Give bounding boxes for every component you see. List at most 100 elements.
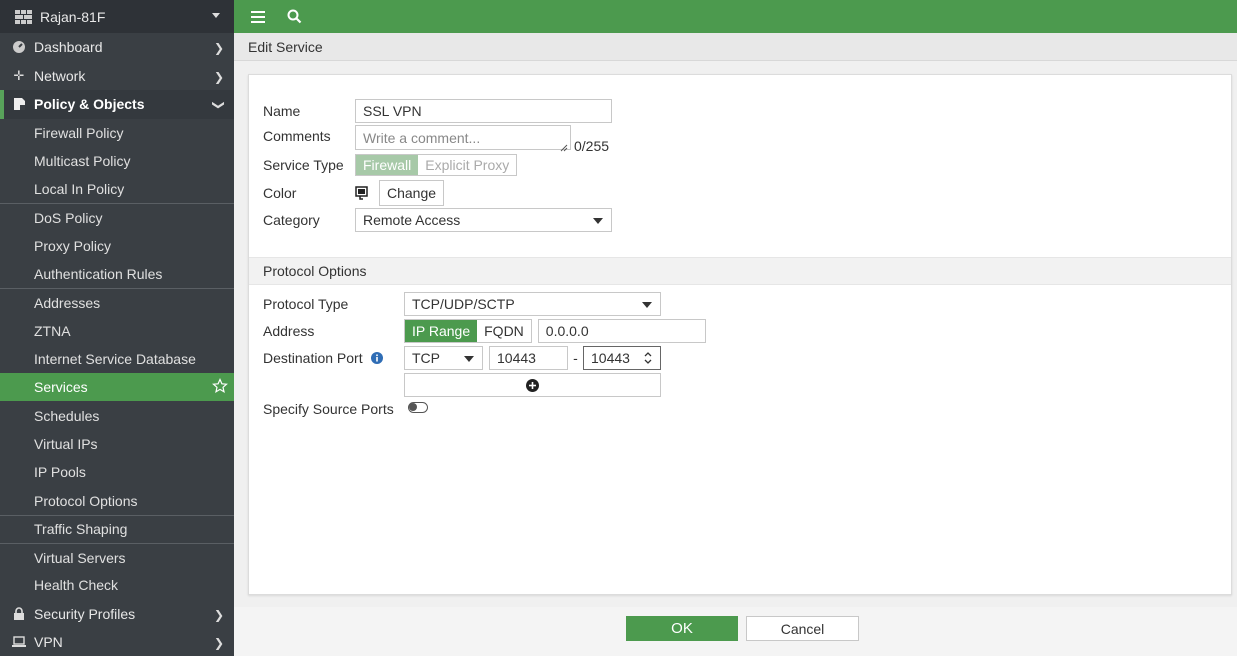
chevron-right-icon: ❯ — [213, 41, 224, 55]
nav-firewall-policy[interactable]: Firewall Policy — [0, 119, 234, 147]
nav-services[interactable]: Services — [0, 373, 234, 402]
service-type-explicit-proxy[interactable]: Explicit Proxy — [418, 155, 517, 175]
port-range-separator: - — [573, 350, 578, 366]
category-label: Category — [263, 212, 320, 228]
chevron-down-icon — [593, 218, 603, 224]
menu-icon[interactable] — [246, 5, 270, 29]
destination-protocol-value: TCP — [412, 350, 440, 366]
nav-internet-service-database[interactable]: Internet Service Database — [0, 345, 234, 373]
top-bar — [234, 0, 1237, 33]
color-row: Color Change — [263, 180, 445, 206]
chevron-down-icon — [212, 13, 220, 18]
nav-addresses[interactable]: Addresses — [0, 288, 234, 316]
resize-handle-icon[interactable] — [560, 139, 568, 152]
nav-sub-label: DoS Policy — [34, 210, 103, 227]
protocol-type-value: TCP/UDP/SCTP — [412, 296, 515, 312]
nav-virtual-servers[interactable]: Virtual Servers — [0, 542, 234, 571]
color-swatch-icon — [355, 186, 379, 200]
dashboard-icon — [10, 39, 28, 55]
destination-port-label-wrap: Destination Port — [263, 350, 404, 366]
nav-protocol-options[interactable]: Protocol Options — [0, 486, 234, 514]
chevron-right-icon: ❯ — [213, 636, 224, 651]
comments-counter: 0/255 — [574, 138, 610, 154]
service-type-firewall[interactable]: Firewall — [356, 155, 419, 175]
source-ports-label: Specify Source Ports — [263, 401, 394, 417]
nav-sub-label: Schedules — [34, 407, 100, 424]
nav-security-profiles[interactable]: Security Profiles ❯ — [0, 600, 234, 629]
search-icon[interactable] — [282, 5, 306, 29]
protocol-type-row: Protocol Type TCP/UDP/SCTP — [263, 292, 661, 316]
cancel-button[interactable]: Cancel — [746, 616, 859, 641]
nav-sub-label: Virtual Servers — [34, 549, 126, 566]
footer: OK Cancel — [234, 607, 1237, 656]
destination-protocol-select[interactable]: TCP — [404, 346, 483, 370]
lock-icon — [10, 606, 28, 622]
star-icon[interactable] — [212, 378, 228, 394]
ok-button[interactable]: OK — [626, 616, 738, 641]
name-row: Name SSL VPN — [263, 99, 612, 123]
nav-proxy-policy[interactable]: Proxy Policy — [0, 232, 234, 260]
nav-virtual-ips[interactable]: Virtual IPs — [0, 430, 234, 458]
chevron-down-icon — [464, 356, 474, 362]
nav-schedules[interactable]: Schedules — [0, 401, 234, 429]
nav-sub-label: Addresses — [34, 294, 101, 311]
nav-sub-label: IP Pools — [34, 464, 86, 481]
nav-ztna[interactable]: ZTNA — [0, 317, 234, 345]
name-input[interactable]: SSL VPN — [355, 99, 612, 123]
nav-sub-label: Protocol Options — [34, 492, 138, 509]
category-row: Category Remote Access — [263, 208, 612, 232]
address-type-ip-range[interactable]: IP Range — [405, 320, 478, 342]
nav-security-profiles-label: Security Profiles — [34, 605, 136, 622]
nav-sub-label: Proxy Policy — [34, 237, 112, 254]
name-label: Name — [263, 103, 301, 119]
nav-sub-label: Health Check — [34, 577, 119, 594]
category-select[interactable]: Remote Access — [355, 208, 612, 232]
protocol-type-select[interactable]: TCP/UDP/SCTP — [404, 292, 661, 316]
destination-port-row: Destination Port TCP 10443 - 10443 — [263, 346, 661, 370]
source-ports-row: Specify Source Ports — [263, 401, 428, 417]
nav-dos-policy[interactable]: DoS Policy — [0, 203, 234, 231]
service-type-toggle: Firewall Explicit Proxy — [355, 154, 518, 176]
nav-local-in-policy[interactable]: Local In Policy — [0, 175, 234, 203]
number-stepper-icon[interactable] — [644, 351, 652, 365]
nav-policy-objects[interactable]: Policy & Objects ❯ — [0, 90, 234, 119]
comments-textarea[interactable]: Write a comment... — [355, 125, 571, 152]
nav-policy-objects-label: Policy & Objects — [34, 96, 145, 113]
address-label: Address — [263, 323, 315, 339]
nav-vpn[interactable]: VPN ❯ — [0, 628, 234, 656]
info-icon[interactable] — [370, 352, 383, 364]
nav-authentication-rules[interactable]: Authentication Rules — [0, 260, 234, 288]
nav-health-check[interactable]: Health Check — [0, 571, 234, 599]
protocol-type-label: Protocol Type — [263, 296, 349, 312]
nav-sub-label: Internet Service Database — [34, 351, 196, 368]
destination-port-high-input[interactable]: 10443 — [583, 346, 661, 370]
device-selector[interactable]: Rajan-81F — [0, 0, 234, 33]
chevron-right-icon: ❯ — [213, 607, 224, 622]
nav-vpn-label: VPN — [34, 634, 63, 651]
nav-ip-pools[interactable]: IP Pools — [0, 458, 234, 486]
add-port-button[interactable] — [404, 373, 661, 397]
address-type-fqdn[interactable]: FQDN — [477, 320, 531, 342]
nav-multicast-policy[interactable]: Multicast Policy — [0, 147, 234, 175]
device-name: Rajan-81F — [40, 8, 106, 25]
comments-placeholder: Write a comment... — [363, 129, 481, 146]
nav-traffic-shaping[interactable]: Traffic Shaping — [0, 514, 234, 543]
laptop-icon — [10, 634, 28, 650]
address-input[interactable]: 0.0.0.0 — [537, 319, 706, 343]
chevron-down-icon — [642, 302, 652, 308]
color-change-button[interactable]: Change — [379, 180, 445, 206]
chevron-down-icon: ❯ — [211, 99, 226, 111]
protocol-options-header: Protocol Options — [249, 257, 1231, 285]
nav-network[interactable]: ✛ Network ❯ — [0, 62, 234, 91]
address-row: Address IP Range FQDN 0.0.0.0 — [263, 319, 706, 343]
destination-port-label: Destination Port — [263, 350, 363, 366]
source-ports-toggle[interactable] — [408, 401, 428, 413]
nav-sub-label: Local In Policy — [34, 181, 125, 198]
category-value: Remote Access — [363, 212, 461, 228]
nav-sub-label: Services — [34, 379, 88, 396]
destination-port-low-input[interactable]: 10443 — [489, 346, 568, 370]
nav-dashboard[interactable]: Dashboard ❯ — [0, 33, 234, 62]
add-port-row — [404, 373, 661, 397]
page-title: Edit Service — [234, 33, 1237, 61]
nav-dashboard-label: Dashboard — [34, 39, 103, 56]
